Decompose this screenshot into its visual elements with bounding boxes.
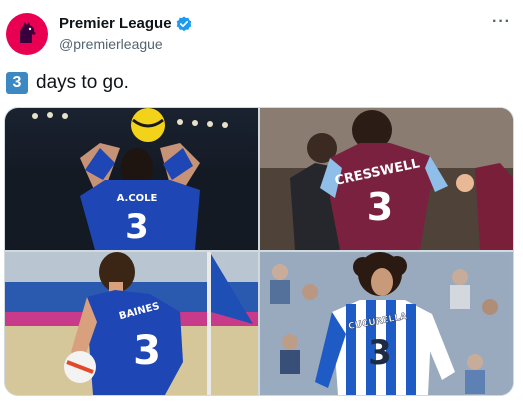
shirt-number-cresswell: 3: [367, 185, 393, 229]
avatar[interactable]: [6, 13, 48, 55]
tweet-text: 3 days to go.: [6, 72, 129, 94]
shirt-name-cole: A.COLE: [117, 193, 158, 204]
photo-ashley-cole[interactable]: A.COLE 3: [5, 108, 258, 250]
shirt-number-baines: 3: [133, 328, 161, 374]
more-dots-icon[interactable]: ···: [492, 13, 511, 31]
verified-badge-icon: [176, 16, 192, 32]
photo-marc-cucurella[interactable]: CUCURELLA 3: [260, 252, 513, 395]
photo-leighton-baines[interactable]: BAINES 3: [5, 252, 258, 395]
media-grid: A.COLE 3 CRESSWELL 3 BAINES 3 CUCURELLA …: [4, 107, 514, 396]
shirt-number-cole: 3: [125, 207, 149, 247]
author-row: Premier League: [59, 15, 192, 32]
display-name[interactable]: Premier League: [59, 15, 172, 32]
handle[interactable]: @premierleague: [59, 36, 163, 52]
tweet-card: Premier League @premierleague ··· 3 days…: [0, 0, 523, 406]
photo-aaron-cresswell[interactable]: CRESSWELL 3: [260, 108, 513, 250]
keycap-three-emoji: 3: [6, 72, 28, 94]
tweet-text-body: days to go.: [36, 72, 129, 93]
shirt-number-cucurella: 3: [368, 333, 392, 373]
premier-league-lion-icon: [20, 22, 36, 43]
